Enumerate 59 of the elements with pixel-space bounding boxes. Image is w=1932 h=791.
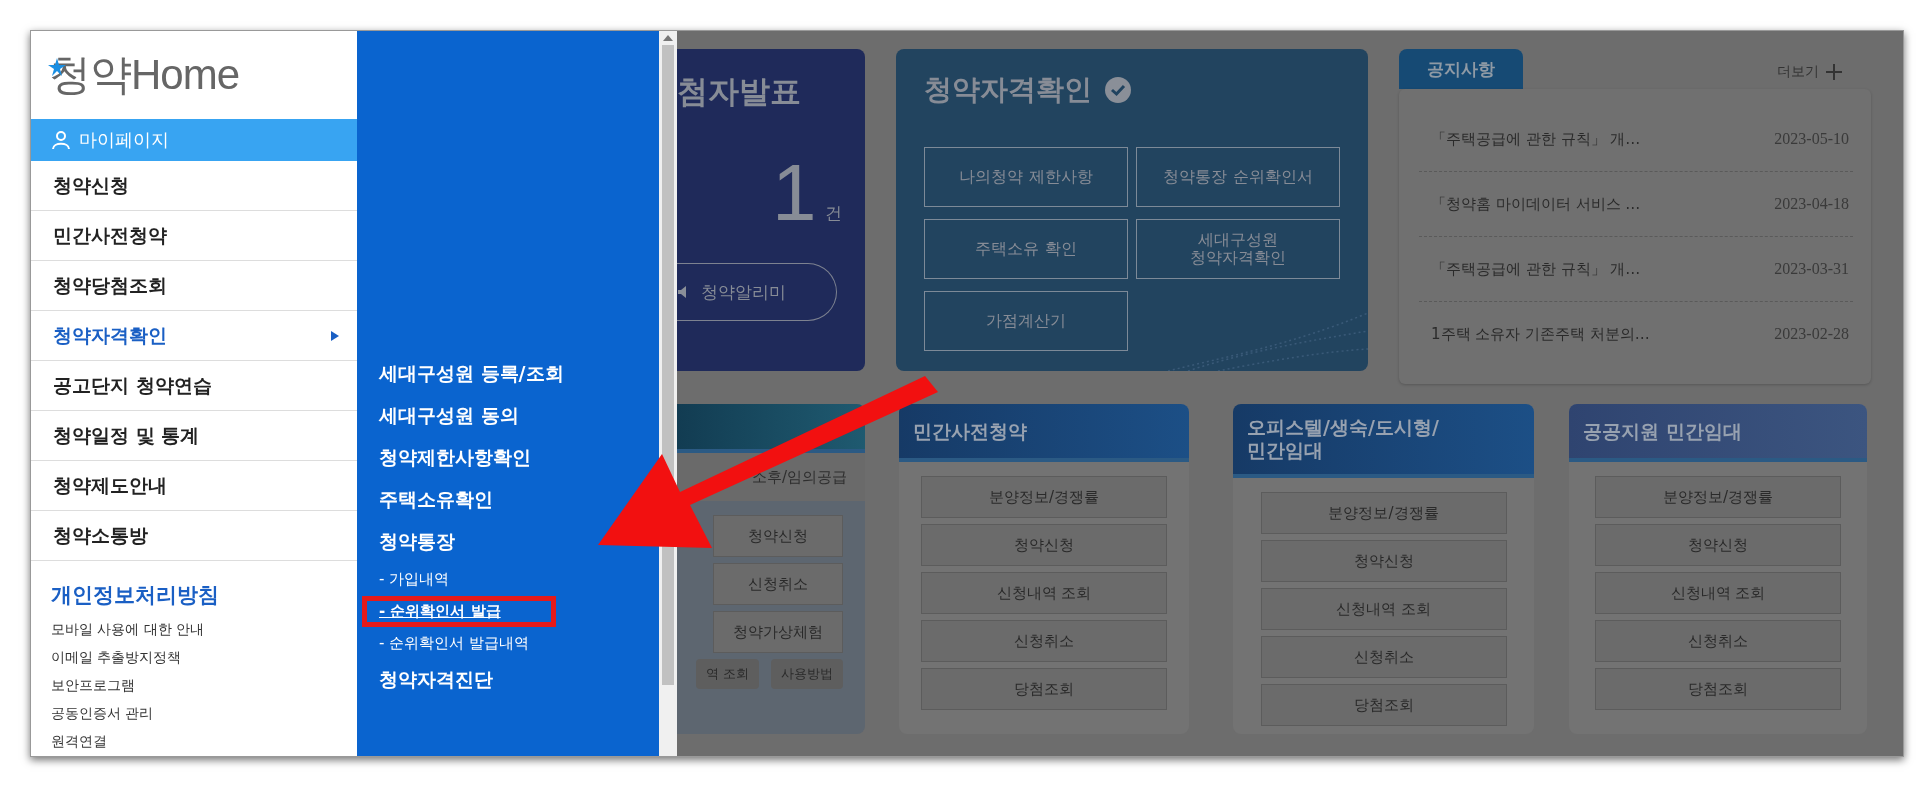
service-button[interactable]: 신청취소 <box>1260 636 1507 678</box>
footer-link[interactable]: 원격연결 <box>31 727 357 755</box>
card-title: 첨자발표 <box>677 72 802 111</box>
eligibility-button[interactable]: 청약통장 순위확인서 <box>1136 147 1340 207</box>
service-button[interactable]: 당첨조회 <box>1595 668 1841 710</box>
notice-title[interactable]: 「주택공급에 관한 규칙」 개… <box>1431 129 1641 149</box>
service-button[interactable]: 당첨조회 <box>1260 684 1507 726</box>
submenu-item[interactable]: - 순위확인서 발급내역 <box>379 633 529 653</box>
submenu-item[interactable]: 청약제한사항확인 <box>379 445 531 471</box>
mypage-link[interactable]: 마이페이지 <box>31 119 357 161</box>
plus-icon <box>1825 63 1843 81</box>
check-icon <box>1104 76 1132 104</box>
service-button[interactable]: 청약신청 <box>921 524 1167 566</box>
service-button[interactable]: 분양정보/경쟁률 <box>1595 476 1841 518</box>
footer-link[interactable]: 모바일 사용에 대한 안내 <box>31 615 357 643</box>
submenu-item[interactable]: 세대구성원 동의 <box>379 403 519 429</box>
notice-title[interactable]: 「주택공급에 관한 규칙」 개… <box>1431 259 1641 279</box>
site-logo[interactable]: 청약Home <box>49 47 240 103</box>
scroll-up-icon[interactable] <box>663 35 673 41</box>
submenu-item[interactable]: 주택소유확인 <box>379 487 493 513</box>
notice-tab[interactable]: 공지사항 <box>1399 49 1523 89</box>
service-button[interactable]: 당첨조회 <box>921 668 1167 710</box>
service-button[interactable]: 신청취소 <box>921 620 1167 662</box>
service-button[interactable]: 신청취소 <box>713 563 843 605</box>
card-title: 청약자격확인 <box>924 72 1092 108</box>
card-title: 민간사전청약 <box>913 419 1027 443</box>
service-button[interactable]: 분양정보/경쟁률 <box>921 476 1167 518</box>
card-title: 공공지원 민간임대 <box>1583 419 1742 443</box>
notice-title[interactable]: 1주택 소유자 기존주택 처분의… <box>1431 324 1650 344</box>
notice-title[interactable]: 「청약홈 마이데이터 서비스 … <box>1431 194 1641 214</box>
triangle-icon <box>331 330 339 341</box>
person-icon <box>51 130 71 150</box>
card-title: 오피스텔/생숙/도시형/ 민간임대 <box>1247 416 1439 462</box>
service-button[interactable]: 신청내역 조회 <box>1260 588 1507 630</box>
submenu-item[interactable]: - 가입내역 <box>379 569 450 589</box>
eligibility-button[interactable]: 나의청약 제한사항 <box>924 147 1128 207</box>
service-button[interactable]: 신청내역 조회 <box>1595 572 1841 614</box>
mypage-label[interactable]: 마이페이지 <box>79 128 169 152</box>
submenu-item[interactable]: 청약통장 <box>379 529 455 555</box>
service-button[interactable]: 신청내역 조회 <box>921 572 1167 614</box>
submenu-item[interactable]: 세대구성원 등록/조회 <box>379 361 564 387</box>
eligibility-button[interactable]: 주택소유 확인 <box>924 219 1128 279</box>
count-number: 1 <box>772 153 817 233</box>
privacy-policy-link[interactable]: 개인정보처리방침 <box>31 581 357 609</box>
more-link[interactable]: 더보기 <box>1777 63 1843 81</box>
submenu-item[interactable]: - 순위확인서 발급 <box>362 595 556 627</box>
service-button[interactable]: 청약신청 <box>713 515 843 557</box>
eligibility-button[interactable]: 세대구성원 청약자격확인 <box>1136 219 1340 279</box>
eligibility-button[interactable]: 가점계산기 <box>924 291 1128 351</box>
service-button[interactable]: 청약가상체험 <box>713 611 843 653</box>
service-button[interactable]: 분양정보/경쟁률 <box>1260 492 1507 534</box>
footer-link[interactable]: 이메일 추출방지정책 <box>31 643 357 671</box>
service-button[interactable]: 청약신청 <box>1260 540 1507 582</box>
footer-link[interactable]: 보안프로그램 <box>31 671 357 699</box>
count-unit: 건 <box>824 202 842 225</box>
service-button[interactable]: 청약신청 <box>1595 524 1841 566</box>
footer-link[interactable]: 공동인증서 관리 <box>31 699 357 727</box>
submenu-item[interactable]: 청약자격진단 <box>379 667 493 693</box>
service-button[interactable]: 신청취소 <box>1595 620 1841 662</box>
